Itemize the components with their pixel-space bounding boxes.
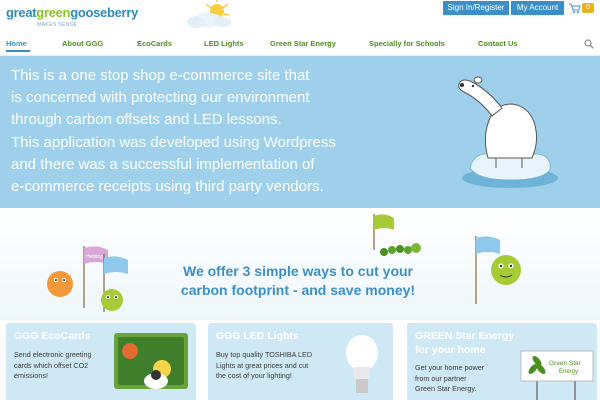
main-nav: Home About GGG EcoCards LED Lights Green… <box>0 34 600 56</box>
hero-line: and there was a successful implementatio… <box>11 155 315 173</box>
hero-text: This is a one stop shop e-commerce site … <box>11 65 431 198</box>
hero-line: e-commerce receipts using third party ve… <box>11 178 324 196</box>
page: greatgreengooseberry MAKES SENSE Sign In… <box>0 0 600 400</box>
nav-item-home[interactable]: Home <box>6 39 27 48</box>
my-account-button[interactable]: My Account <box>511 1 564 15</box>
nav-item-about-ggg[interactable]: About GGG <box>62 39 103 48</box>
card-description-line: Get your home power <box>415 363 485 372</box>
card-description-line: Lights at great prices and cut <box>216 360 309 370</box>
logo-word-gooseberry: gooseberry <box>70 5 139 20</box>
promo-section: Helping We offer 3 simple ways to cut yo… <box>0 208 600 320</box>
sun-cloud-icon <box>187 0 231 28</box>
card-description-line: cards which offset CO2 <box>14 360 89 370</box>
card-title[interactable]: GGG EcoCards <box>14 329 90 343</box>
nav-item-contact-us[interactable]: Contact Us <box>478 39 518 48</box>
site-header: greatgreengooseberry MAKES SENSE Sign In… <box>0 0 600 34</box>
hero-line: This application was developed using Wor… <box>11 133 336 151</box>
search-icon[interactable] <box>584 39 594 49</box>
led-bulb-icon <box>346 335 378 393</box>
hero-banner: This is a one stop shop e-commerce site … <box>0 56 600 208</box>
hero-line: through carbon offsets and LED lessons. <box>11 111 282 129</box>
flag-text: Helping <box>86 254 103 260</box>
nav-item-green-star-energy[interactable]: Green Star Energy <box>270 39 336 48</box>
sign-text: Energy <box>559 369 578 375</box>
signin-register-button[interactable]: Sign In/Register <box>443 1 509 15</box>
card-title-line: GREEN Star Energy <box>415 330 515 342</box>
promo-headline-line: We offer 3 simple ways to cut your <box>182 263 414 279</box>
card-description-line: emissions! <box>14 371 48 380</box>
hero-line: is concerned with protecting our environ… <box>11 89 310 107</box>
led-lights-card[interactable]: GGG LED Lights Buy top quality TOSHIBA L… <box>208 323 393 400</box>
card-description: Get your home power from our partner Gre… <box>415 363 484 395</box>
card-description-line: Buy top quality TOSHIBA LED <box>216 350 313 359</box>
nav-active-indicator <box>6 50 30 52</box>
promo-headline-line: carbon footprint - and save money! <box>180 282 416 298</box>
promo-headline: We offer 3 simple ways to cut your carbo… <box>148 262 448 300</box>
nav-item-led-lights[interactable]: LED Lights <box>204 39 244 48</box>
nav-item-specially-for-schools[interactable]: Specially for Schools <box>369 39 445 48</box>
logo-tagline: MAKES SENSE <box>37 22 78 28</box>
card-description-line: from our partner <box>415 373 467 383</box>
polar-bear-illustration <box>458 76 558 188</box>
card-description: Send electronic greeting cards which off… <box>14 350 92 382</box>
card-title[interactable]: GREEN Star Energy for your home <box>415 329 514 357</box>
hero-line: This is a one stop shop e-commerce site … <box>11 67 310 84</box>
sign-text: Green Star <box>549 360 582 367</box>
green-star-energy-card[interactable]: GREEN Star Energy for your home Get your… <box>407 323 597 400</box>
card-title-line: for your home <box>415 344 486 356</box>
ecocards-card[interactable]: GGG EcoCards Send electronic greeting ca… <box>6 323 196 400</box>
site-logo[interactable]: greatgreengooseberry <box>6 5 138 20</box>
green-star-energy-sign: Green Star Energy <box>520 350 594 400</box>
card-description-line: Green Star Energy. <box>415 384 477 393</box>
card-title[interactable]: GGG LED Lights <box>216 329 299 343</box>
cart-count-badge[interactable]: 0 <box>582 3 594 13</box>
card-description-line: the cost of your lighting! <box>216 371 292 380</box>
logo-word-green: green <box>36 5 71 20</box>
card-description-line: Send electronic greeting <box>14 350 92 359</box>
card-description: Buy top quality TOSHIBA LED Lights at gr… <box>216 350 312 382</box>
nav-item-ecocards[interactable]: EcoCards <box>137 39 172 48</box>
logo-word-great: great <box>6 5 37 20</box>
ecocard-thumbnail <box>114 333 188 389</box>
